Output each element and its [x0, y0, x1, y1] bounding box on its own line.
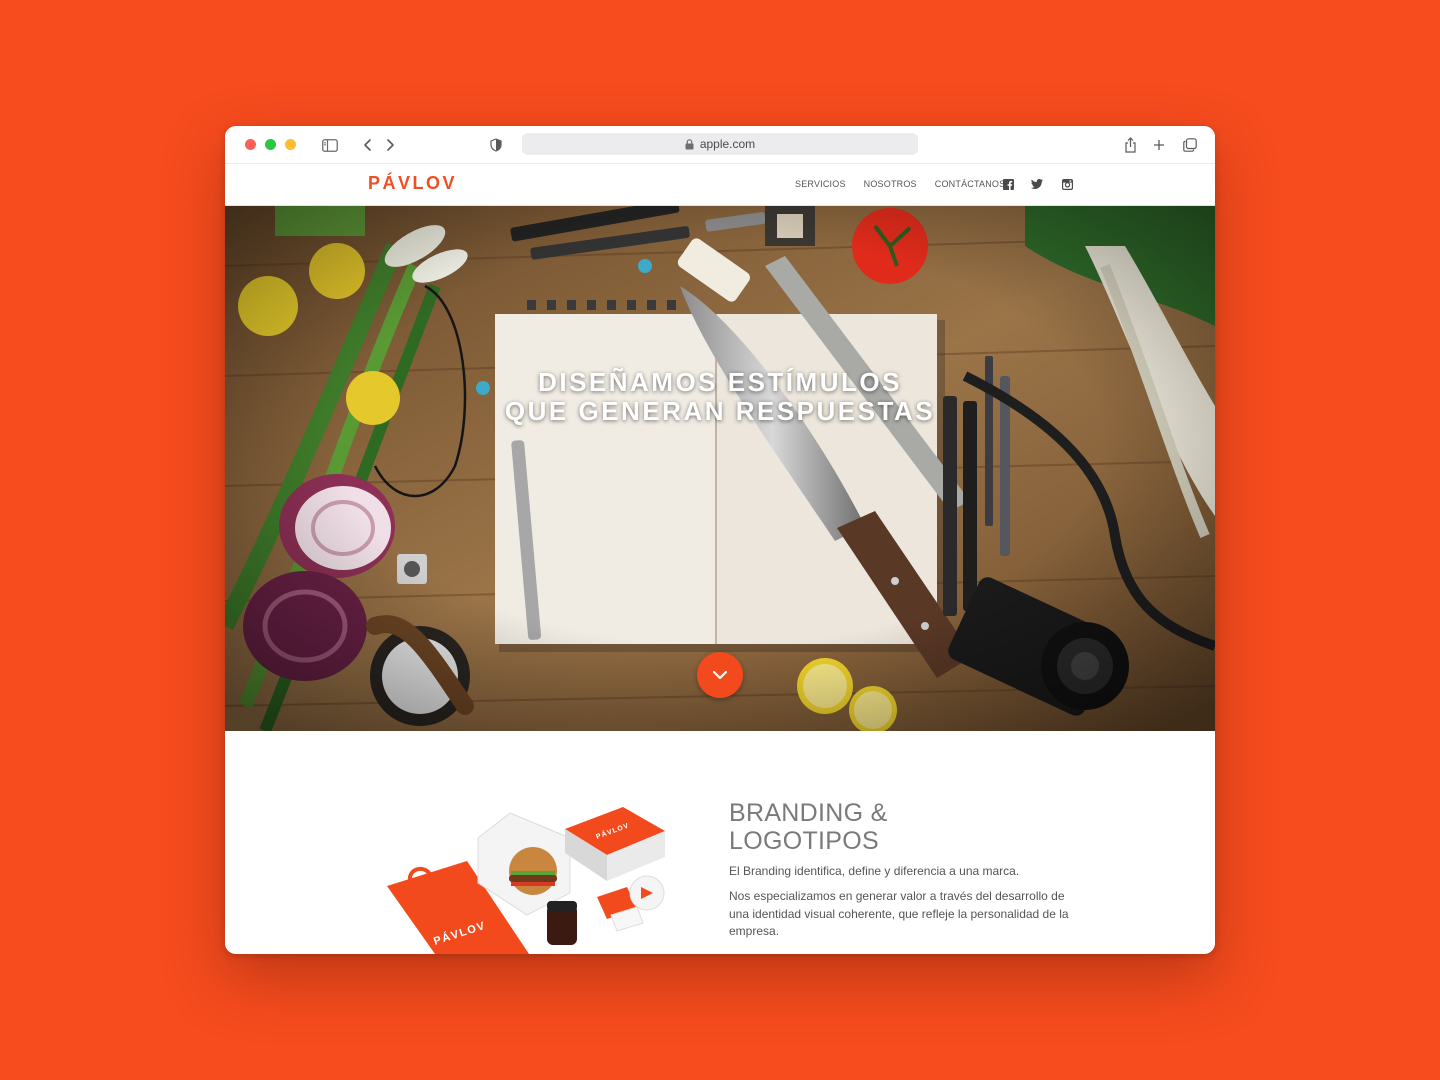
browser-toolbar: apple.com [225, 126, 1215, 164]
browser-window: apple.com PÁVLOV SERVICIOS NOSOTROS CONT… [225, 126, 1215, 954]
branding-body-text: Nos especializamos en generar valor a tr… [729, 889, 1069, 938]
branding-section: PÁVLOV PÁVLOV BRANDING & LOGOTIPOS El Br… [225, 731, 1215, 954]
branding-title-line-2: LOGOTIPOS [729, 827, 879, 855]
hero-title-line-1: DISEÑAMOS ESTÍMULOS [538, 367, 902, 397]
branding-lead-text: El Branding identifica, define y diferen… [729, 864, 1020, 878]
instagram-icon[interactable] [1061, 178, 1073, 190]
lock-icon [685, 138, 694, 149]
nav-item-nosotros[interactable]: NOSOTROS [864, 179, 917, 189]
forward-icon[interactable] [380, 135, 400, 155]
privacy-shield-icon[interactable] [486, 135, 506, 155]
sidebar-icon[interactable] [320, 135, 340, 155]
site-logo[interactable]: PÁVLOV [368, 173, 457, 194]
twitter-icon[interactable] [1031, 178, 1043, 190]
hero-banner: DISEÑAMOS ESTÍMULOS QUE GENERAN RESPUEST… [225, 206, 1215, 731]
branding-title-line-1: BRANDING & [729, 799, 888, 827]
scroll-down-button[interactable] [697, 652, 743, 698]
branding-title: BRANDING & LOGOTIPOS [729, 799, 989, 855]
close-window-button[interactable] [245, 139, 256, 150]
chevron-down-icon [712, 670, 728, 680]
share-icon[interactable] [1120, 135, 1140, 155]
facebook-icon[interactable] [1002, 178, 1014, 190]
address-bar[interactable]: apple.com [522, 133, 918, 155]
nav-item-servicios[interactable]: SERVICIOS [795, 179, 846, 189]
url-text: apple.com [699, 137, 756, 151]
main-nav: SERVICIOS NOSOTROS CONTÁCTANOS [795, 179, 1005, 189]
zoom-window-button[interactable] [285, 139, 296, 150]
new-tab-icon[interactable] [1149, 135, 1169, 155]
back-icon[interactable] [358, 135, 378, 155]
hero-title-line-2: QUE GENERAN RESPUESTAS [504, 396, 936, 426]
nav-item-contactanos[interactable]: CONTÁCTANOS [935, 179, 1006, 189]
minimize-window-button[interactable] [265, 139, 276, 150]
tabs-overview-icon[interactable] [1180, 135, 1200, 155]
hero-title: DISEÑAMOS ESTÍMULOS QUE GENERAN RESPUEST… [225, 368, 1215, 426]
site-header: PÁVLOV SERVICIOS NOSOTROS CONTÁCTANOS [225, 164, 1215, 206]
branding-mockup-image: PÁVLOV PÁVLOV [387, 807, 665, 954]
